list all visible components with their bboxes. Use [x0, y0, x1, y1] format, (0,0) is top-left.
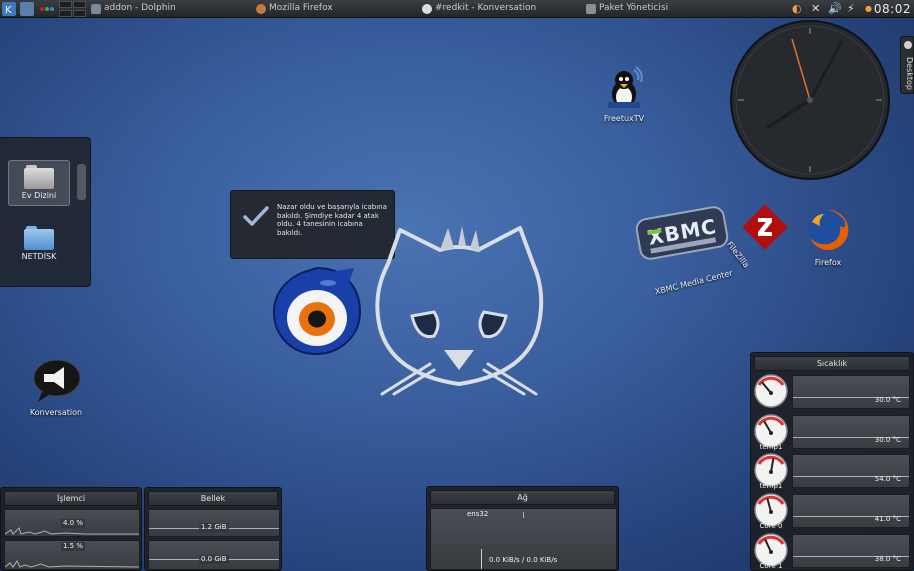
firefox-icon: [256, 4, 266, 14]
folder-label: NETDİSK: [21, 252, 57, 261]
volume-icon[interactable]: 🔊: [828, 2, 842, 16]
svg-text:K: K: [5, 5, 12, 16]
sensor-bar: 30.0 °C: [792, 415, 910, 449]
sensor-bar: 38.0 °C: [792, 534, 910, 568]
show-desktop-icon[interactable]: [20, 2, 34, 16]
cpu-plot-1: 4.0 %: [4, 509, 140, 537]
memory-plot-1: 1.2 GiB: [148, 509, 280, 537]
temperature-sensor-row: Core 1 38.0 °C: [752, 532, 912, 571]
home-folder-icon: [24, 165, 54, 189]
network-plot: ens32 0.0 KiB/s / 0.0 KiB/s: [430, 508, 617, 570]
cat-logo-icon: [375, 226, 544, 396]
firefox-label: Firefox: [814, 258, 842, 267]
desktop-toolbox-tab[interactable]: Desktop: [900, 36, 914, 94]
xbmc-label: XBMC Media Center: [654, 268, 734, 297]
task-dolphin[interactable]: addon - Dolphin: [90, 1, 250, 17]
task-label: addon - Dolphin: [104, 3, 176, 13]
folder-scrollbar[interactable]: [77, 164, 86, 200]
konversation-icon[interactable]: [32, 358, 82, 402]
network-title: Ağ: [430, 490, 615, 505]
netdisk-folder-icon: [24, 226, 54, 250]
memory-monitor-widget[interactable]: Bellek 1.2 GiB 0.0 GiB: [144, 487, 282, 571]
task-package-manager[interactable]: Paket Yöneticisi: [585, 1, 745, 17]
sensor-value: 41.0 °C: [874, 515, 901, 523]
desktop-tab-label: Desktop: [905, 57, 914, 90]
network-rate: 0.0 KiB/s / 0.0 KiB/s: [489, 556, 558, 564]
temperature-sensor-row: temp1 30.0 °C: [752, 413, 912, 453]
kde-menu-icon[interactable]: K: [2, 2, 16, 16]
memory-title: Bellek: [148, 491, 278, 506]
xbmc-icon[interactable]: XBMC: [634, 205, 730, 261]
memory-plot-2: 0.0 GiB: [148, 540, 280, 570]
virtual-desktop-pager[interactable]: [59, 1, 87, 17]
konversation-icon: [422, 4, 432, 14]
cpu-value-1: 4.0 %: [61, 519, 86, 528]
sensor-value: 30.0 °C: [874, 436, 901, 444]
sensor-bar: 30.0 °C: [792, 375, 910, 409]
folder-view-widget: Ev Dizini NETDİSK: [0, 137, 91, 287]
task-firefox[interactable]: Mozilla Firefox: [255, 1, 415, 17]
sensor-bar: 41.0 °C: [792, 494, 910, 528]
task-label: Mozilla Firefox: [269, 3, 333, 13]
sensor-value: 30.0 °C: [874, 396, 901, 404]
sensor-value: 38.0 °C: [874, 555, 901, 563]
folder-netdisk[interactable]: NETDİSK: [8, 222, 70, 268]
pager-desktop-3[interactable]: [59, 9, 72, 17]
cpu-value-2: 1.5 %: [61, 542, 86, 551]
memory-value-2: 0.0 GiB: [199, 555, 229, 564]
task-label: #redkit - Konversation: [435, 3, 537, 13]
task-label: Paket Yöneticisi: [599, 3, 669, 13]
sensor-label: Core 0: [759, 522, 783, 530]
pager-desktop-2[interactable]: [73, 1, 86, 8]
sensor-label: Core 1: [759, 562, 783, 570]
sensor-bar: 54.0 °C: [792, 454, 910, 488]
power-plug-icon[interactable]: ⚡: [847, 2, 855, 16]
sensor-label: temp1: [759, 482, 783, 490]
sensor-label: temp1: [759, 443, 783, 451]
freetuxtv-icon[interactable]: [600, 66, 648, 110]
pager-desktop-1[interactable]: [59, 1, 72, 8]
pager-desktop-4[interactable]: [73, 9, 86, 17]
cpu-title: İşlemci: [4, 491, 138, 506]
checkmark-icon: [243, 206, 269, 226]
gauge-icon: [754, 374, 788, 408]
cpu-plot-2: 1.5 %: [4, 540, 140, 570]
temperature-title: Sıcaklık: [754, 356, 910, 371]
folder-label: Ev Dizini: [21, 191, 57, 200]
network-interface: ens32: [467, 510, 489, 518]
night-light-icon[interactable]: ◐: [792, 2, 802, 16]
activities-icon[interactable]: [38, 2, 56, 16]
analog-clock-widget[interactable]: [729, 19, 891, 181]
konversation-label: Konversation: [29, 408, 83, 417]
temperature-sensor-row: Core 0 41.0 °C: [752, 492, 912, 532]
network-tools-icon[interactable]: ✕: [811, 2, 820, 16]
nazar-boncugu-icon[interactable]: [270, 264, 364, 358]
temperature-sensor-row: 30.0 °C: [752, 373, 912, 413]
memory-value-1: 1.2 GiB: [199, 523, 229, 532]
freetuxtv-label: FreetuxTV: [603, 114, 645, 123]
folder-home[interactable]: Ev Dizini: [8, 160, 70, 206]
sensor-value: 54.0 °C: [874, 475, 901, 483]
network-monitor-widget[interactable]: Ağ ens32 0.0 KiB/s / 0.0 KiB/s: [426, 486, 619, 571]
menu-arrow-icon[interactable]: ●: [865, 2, 872, 16]
top-panel: K addon - Dolphin Mozilla Firefox #redki…: [0, 0, 914, 18]
cpu-monitor-widget[interactable]: İşlemci 4.0 % 1.5 %: [0, 487, 142, 571]
task-konversation[interactable]: #redkit - Konversation: [421, 1, 581, 17]
firefox-icon[interactable]: [804, 206, 852, 254]
package-icon: [586, 4, 596, 14]
temperature-sensor-row: temp1 54.0 °C: [752, 452, 912, 492]
dolphin-icon: [91, 4, 101, 14]
filezilla-icon[interactable]: [738, 200, 792, 254]
panel-clock[interactable]: 08:02: [874, 0, 911, 18]
toolbox-icon: [904, 41, 912, 49]
